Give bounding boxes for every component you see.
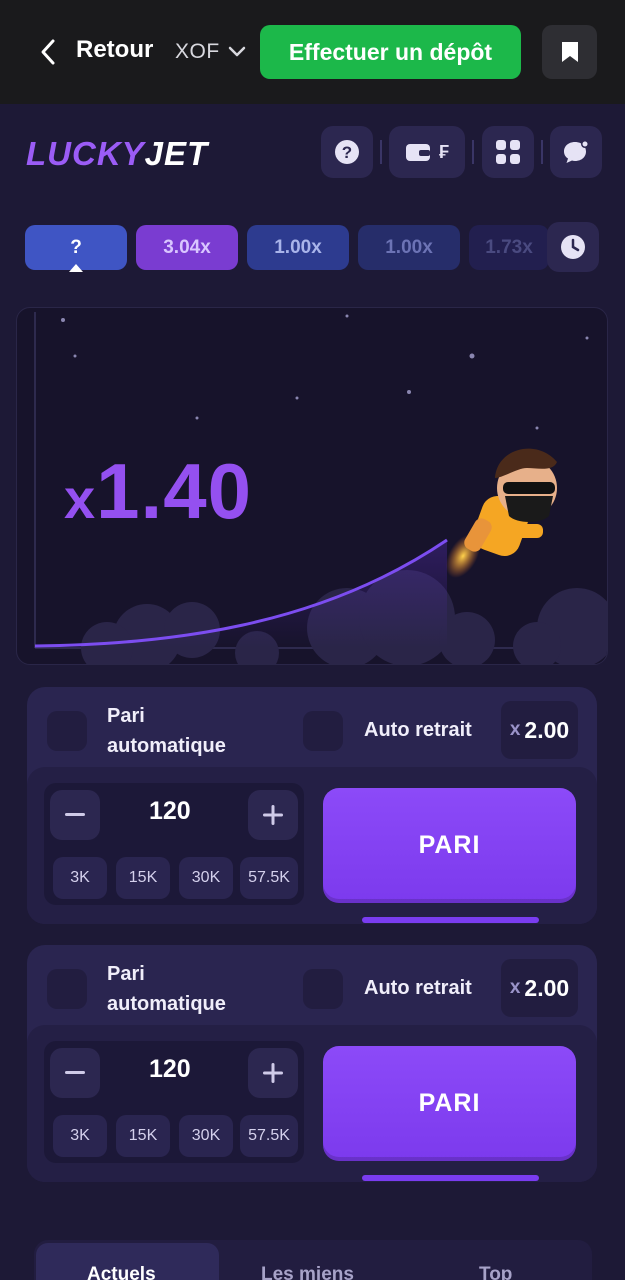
history-chip[interactable]: 3.04x — [136, 225, 238, 270]
quick-amount-button[interactable]: 3K — [53, 857, 107, 899]
tab-top[interactable]: Top — [479, 1264, 512, 1280]
auto-cashout-checkbox[interactable] — [303, 969, 343, 1009]
chevron-down-icon[interactable] — [227, 44, 247, 60]
lucky-jet-logo: LUCKYJET — [26, 135, 209, 172]
divider — [472, 140, 474, 164]
currency-selector[interactable]: XOF — [175, 40, 220, 64]
help-icon: ? — [335, 140, 359, 164]
decrease-amount-button[interactable] — [50, 790, 100, 840]
quick-amount-button[interactable]: 3K — [53, 1115, 107, 1157]
tab-mine[interactable]: Les miens — [261, 1264, 354, 1280]
auto-bet-label: Pari automatique — [107, 963, 226, 1015]
auto-bet-label: Pari automatique — [107, 705, 226, 757]
auto-bet-checkbox[interactable] — [47, 969, 87, 1009]
history-chip[interactable]: 1.00x — [358, 225, 460, 270]
svg-text:?: ? — [342, 143, 352, 162]
quick-amount-button[interactable]: 15K — [116, 857, 170, 899]
help-button[interactable]: ? — [321, 126, 373, 178]
bookmark-icon — [561, 42, 578, 62]
quick-amount-button[interactable]: 30K — [179, 1115, 233, 1157]
quick-amount-button[interactable]: 15K — [116, 1115, 170, 1157]
back-link[interactable]: Retour — [76, 36, 153, 64]
stars — [61, 314, 589, 430]
clock-icon — [561, 235, 585, 259]
auto-cashout-label: Auto retrait — [364, 977, 472, 999]
lucky-joe-character — [445, 448, 557, 578]
auto-bet-checkbox[interactable] — [47, 711, 87, 751]
bet-amount-input[interactable]: 120 — [149, 1055, 191, 1084]
quick-amount-button[interactable]: 57.5K — [240, 1115, 298, 1157]
increase-amount-button[interactable] — [248, 1048, 298, 1098]
history-chip[interactable]: 1.00x — [247, 225, 349, 270]
wallet-button[interactable]: ₣ — [389, 126, 465, 178]
bet-button-underline — [362, 917, 539, 923]
bet-button-underline — [362, 1175, 539, 1181]
plus-icon — [263, 805, 283, 825]
decrease-amount-button[interactable] — [50, 1048, 100, 1098]
quick-amount-button[interactable]: 30K — [179, 857, 233, 899]
grid-icon — [496, 140, 520, 164]
auto-cashout-input[interactable]: x 2.00 — [501, 701, 578, 759]
plus-icon — [263, 1063, 283, 1083]
bet-amount-input[interactable]: 120 — [149, 797, 191, 826]
tab-current[interactable]: Actuels — [87, 1264, 156, 1280]
auto-cashout-checkbox[interactable] — [303, 711, 343, 751]
auto-cashout-label: Auto retrait — [364, 719, 472, 741]
auto-cashout-input[interactable]: x 2.00 — [501, 959, 578, 1017]
place-bet-button[interactable]: PARI — [323, 1046, 576, 1161]
wallet-currency: ₣ — [438, 141, 449, 162]
divider — [541, 140, 543, 164]
top-bar: Retour XOF Effectuer un dépôt — [0, 0, 625, 104]
history-button[interactable] — [547, 222, 599, 272]
chat-icon — [564, 140, 589, 163]
minus-icon — [65, 1071, 85, 1074]
wallet-icon — [405, 144, 430, 161]
divider — [380, 140, 382, 164]
minus-icon — [65, 813, 85, 816]
bookmark-button[interactable] — [542, 25, 597, 79]
menu-button[interactable] — [482, 126, 534, 178]
increase-amount-button[interactable] — [248, 790, 298, 840]
history-chip[interactable]: 1.73x — [469, 225, 549, 270]
place-bet-button[interactable]: PARI — [323, 788, 576, 903]
chat-button[interactable] — [550, 126, 602, 178]
current-round-marker — [69, 264, 83, 272]
chevron-left-icon[interactable] — [38, 38, 58, 66]
deposit-button[interactable]: Effectuer un dépôt — [260, 25, 521, 79]
quick-amount-button[interactable]: 57.5K — [240, 857, 298, 899]
current-multiplier: x1.40 — [64, 447, 252, 535]
